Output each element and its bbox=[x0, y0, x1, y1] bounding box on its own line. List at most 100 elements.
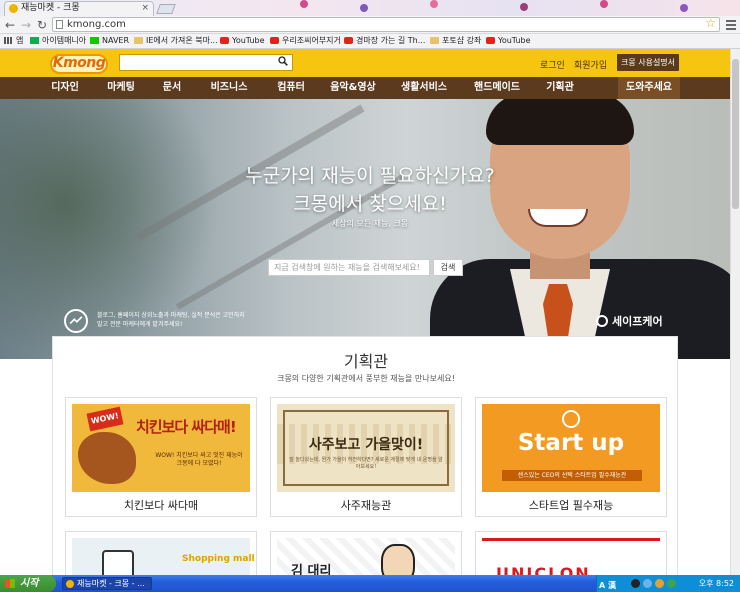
category-business[interactable]: 비즈니스 bbox=[200, 77, 258, 99]
tab-title: 재능마켓 - 크몽 bbox=[21, 3, 80, 13]
decor-flower-icon bbox=[300, 0, 308, 8]
card-banner-image: Start up 센스있는 CEO의 선택 스타트업 필수재능관 bbox=[482, 404, 660, 492]
category-design[interactable]: 디자인 bbox=[40, 77, 90, 99]
category-handmade[interactable]: 핸드메이드 bbox=[466, 77, 528, 99]
card-label: 치킨보다 싸다매 bbox=[123, 499, 199, 512]
banner-title: 사주보고 가을맞이! bbox=[308, 437, 424, 453]
planning-card-saju[interactable]: 사주보고 가을맞이! 잘 놀다왔는데, 뭔가 가을이 허전하다면? 새로운 계절… bbox=[270, 397, 462, 517]
decor-flower-icon bbox=[520, 3, 528, 11]
taskbar-chrome-window[interactable]: 재능마켓 - 크몽 - ... bbox=[62, 577, 152, 590]
tray-security-icon[interactable] bbox=[655, 579, 664, 588]
ime-indicator[interactable]: A 漢 bbox=[599, 577, 616, 592]
lightbulb-icon bbox=[562, 410, 580, 428]
banner-title: Shopping mall bbox=[182, 554, 255, 564]
reload-icon[interactable]: ↻ bbox=[37, 17, 47, 33]
kmong-logo[interactable]: Kmong bbox=[50, 54, 108, 74]
youtube-icon bbox=[270, 37, 279, 44]
browser-tab[interactable]: 재능마켓 - 크몽 × bbox=[4, 1, 154, 16]
forward-arrow-icon[interactable]: → bbox=[21, 17, 31, 33]
login-link[interactable]: 로그인 bbox=[540, 58, 565, 71]
naver-icon bbox=[90, 37, 99, 44]
windows-flag-icon bbox=[5, 579, 15, 588]
youtube-icon bbox=[220, 37, 229, 44]
hero-title-line2: 크몽에서 찾으세요! bbox=[293, 193, 447, 215]
hero-person-image bbox=[486, 99, 634, 145]
site-header: Kmong 로그인 회원가입 크몽 사용설명서 bbox=[0, 49, 740, 77]
bookmark-itemmania[interactable]: 아이템매니아 bbox=[30, 34, 86, 48]
hero-title-line1: 누군가의 재능이 필요하신가요? bbox=[245, 165, 495, 187]
category-nav: 디자인 마케팅 문서 비즈니스 컴퓨터 음악&영상 생활서비스 핸드메이드 기획… bbox=[0, 77, 740, 99]
section-subtitle: 크몽의 다양한 기획관에서 풍부한 재능을 만나보세요! bbox=[277, 374, 455, 383]
decor-flower-icon bbox=[600, 0, 608, 8]
tray-network-icon[interactable] bbox=[643, 579, 652, 588]
scrollbar-thumb[interactable] bbox=[732, 59, 739, 209]
bookmark-ie-folder[interactable]: IE에서 가져온 북마... bbox=[134, 34, 218, 48]
safecare-text: 세이프케어 bbox=[612, 315, 663, 328]
page-icon bbox=[56, 20, 63, 29]
hero-search-button[interactable]: 검색 bbox=[433, 259, 463, 276]
guide-button[interactable]: 크몽 사용설명서 bbox=[617, 54, 679, 71]
close-tab-icon[interactable]: × bbox=[141, 2, 149, 15]
bookmark-star-icon[interactable]: ☆ bbox=[705, 17, 716, 30]
tray-volume-icon[interactable] bbox=[667, 579, 676, 588]
banner-title: Start up bbox=[517, 430, 625, 456]
header-search-input[interactable] bbox=[119, 54, 293, 71]
apps-icon bbox=[4, 37, 13, 44]
tray-app-icon[interactable] bbox=[631, 579, 640, 588]
category-life-service[interactable]: 생활서비스 bbox=[392, 77, 456, 99]
bookmark-youtube-3[interactable]: 경마장 가는 길 Th... bbox=[344, 34, 425, 48]
hero-banner: 누군가의 재능이 필요하신가요? 크몽에서 찾으세요! 세상의 모든 재능, 크… bbox=[0, 99, 740, 359]
bookmark-apps[interactable]: 앱 bbox=[4, 34, 23, 48]
new-tab-button[interactable] bbox=[156, 4, 176, 14]
banner-title: 치킨보다 싸다매! bbox=[136, 418, 237, 436]
bookmark-label: 아이템매니아 bbox=[42, 36, 87, 45]
bookmark-label: 우리조씨어부지거 bbox=[282, 36, 341, 45]
hero-search-input[interactable]: 지금 검색창에 원하는 재능을 검색해보세요! bbox=[268, 259, 430, 276]
hero-subtitle: 세상의 모든 재능, 크몽 bbox=[331, 219, 409, 228]
bookmarks-bar: 앱 아이템매니아 NAVER IE에서 가져온 북마... YouTube 우리… bbox=[0, 34, 740, 49]
task-label: 재능마켓 - 크몽 - ... bbox=[77, 579, 145, 588]
bookmark-naver[interactable]: NAVER bbox=[90, 34, 129, 48]
section-title: 기획관 bbox=[343, 352, 389, 371]
planning-card-chicken[interactable]: WOW! 치킨보다 싸다매! WOW! 치킨보다 싸고 멋진 재능이 크몽에 다… bbox=[65, 397, 257, 517]
back-arrow-icon[interactable]: ← bbox=[5, 17, 15, 33]
folder-icon bbox=[430, 37, 439, 44]
decor-flower-icon bbox=[430, 0, 438, 8]
bookmark-youtube-2[interactable]: 우리조씨어부지거 bbox=[270, 34, 341, 48]
banner-subtitle: 잘 놀다왔는데, 뭔가 가을이 허전하다면? 새로운 계절에 맞게 내 운명을 … bbox=[289, 457, 443, 470]
page-scrollbar[interactable] bbox=[730, 49, 740, 575]
bookmark-youtube[interactable]: YouTube bbox=[220, 34, 265, 48]
planning-card-startup[interactable]: Start up 센스있는 CEO의 선택 스타트업 필수재능관 스타트업 필수… bbox=[475, 397, 667, 517]
card-banner-image: 사주보고 가을맞이! 잘 놀다왔는데, 뭔가 가을이 허전하다면? 새로운 계절… bbox=[277, 404, 455, 492]
decor-flower-icon bbox=[680, 4, 688, 12]
promo-text[interactable]: 블로그, 홈페이지 상위노출과 마케팅, 실적 분석은 고민하지 말고 전문 마… bbox=[97, 311, 247, 329]
bookmark-label: 경마장 가는 길 Th... bbox=[356, 36, 426, 45]
bookmark-label: 앱 bbox=[16, 36, 24, 45]
system-tray: A 漢 오후 8:52 bbox=[596, 575, 740, 592]
chart-growth-icon bbox=[64, 309, 88, 333]
planning-section: 기획관 크몽의 다양한 기획관에서 풍부한 재능을 만나보세요! WOW! 치킨… bbox=[52, 336, 678, 592]
decor-flower-icon bbox=[360, 4, 368, 12]
windows-taskbar: 시작 재능마켓 - 크몽 - ... A 漢 오후 8:52 bbox=[0, 575, 740, 592]
bookmark-youtube-4[interactable]: YouTube bbox=[486, 34, 531, 48]
category-planning[interactable]: 기획관 bbox=[538, 77, 582, 99]
signup-link[interactable]: 회원가입 bbox=[574, 58, 607, 71]
category-document[interactable]: 문서 bbox=[152, 77, 192, 99]
chrome-menu-icon[interactable] bbox=[726, 18, 736, 30]
bookmark-label: IE에서 가져온 북마... bbox=[146, 36, 218, 45]
search-icon[interactable] bbox=[278, 56, 288, 66]
category-music-video[interactable]: 음악&영상 bbox=[322, 77, 384, 99]
category-marketing[interactable]: 마케팅 bbox=[96, 77, 146, 99]
fried-chicken-icon bbox=[78, 432, 136, 484]
bookmark-photoshop-folder[interactable]: 포토샵 강좌 bbox=[430, 34, 481, 48]
address-toolbar: ← → ↻ kmong.com ☆ bbox=[0, 16, 740, 34]
url-text: kmong.com bbox=[67, 19, 126, 30]
category-computer[interactable]: 컴퓨터 bbox=[268, 77, 314, 99]
bookmark-label: 포토샵 강좌 bbox=[442, 36, 482, 45]
safecare-label[interactable]: 세이프케어 bbox=[596, 313, 663, 329]
address-bar[interactable]: kmong.com ☆ bbox=[52, 17, 720, 32]
start-button[interactable]: 시작 bbox=[0, 575, 56, 592]
bookmark-label: NAVER bbox=[102, 36, 130, 45]
card-banner-image: WOW! 치킨보다 싸다매! WOW! 치킨보다 싸고 멋진 재능이 크몽에 다… bbox=[72, 404, 250, 492]
category-help[interactable]: 도와주세요 bbox=[618, 77, 680, 99]
